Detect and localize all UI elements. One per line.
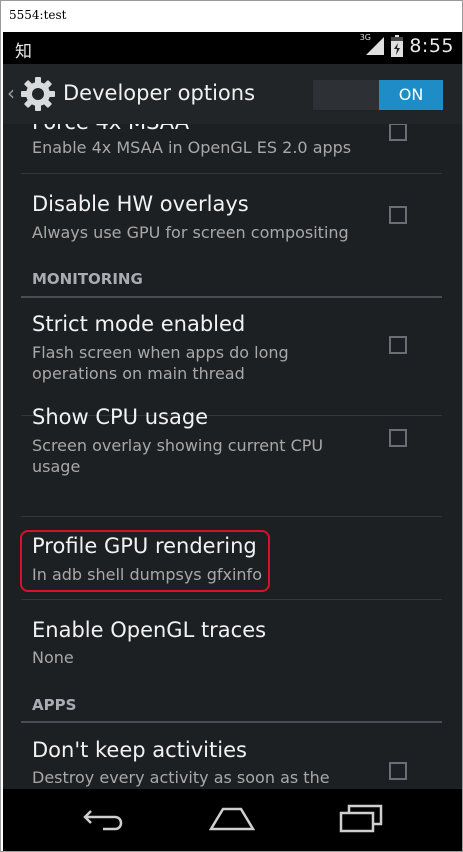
checkbox-show-cpu-usage[interactable] [389, 429, 407, 447]
developer-options-toggle[interactable]: ON [313, 80, 443, 110]
item-title: Disable HW overlays [32, 192, 249, 216]
item-title[interactable]: Profile GPU rendering [32, 534, 257, 558]
signal-icon [365, 36, 385, 56]
preferences-list[interactable]: Force 4x MSAA Enable 4x MSAA in OpenGL E… [3, 124, 462, 789]
home-icon[interactable] [207, 803, 257, 837]
recents-icon[interactable] [337, 803, 385, 837]
notification-glyph: 知 [15, 42, 32, 62]
divider [21, 599, 442, 600]
up-chevron-icon[interactable]: ‹ [7, 81, 15, 105]
clock: 8:55 [409, 35, 454, 57]
toggle-on-label: ON [379, 80, 443, 110]
item-summary: Always use GPU for screen compositing [32, 223, 349, 242]
item-title[interactable]: Enable OpenGL traces [32, 618, 266, 642]
section-header-monitoring: MONITORING [32, 270, 143, 288]
checkbox-force-msaa[interactable] [389, 124, 407, 141]
checkbox-disable-hw-overlays[interactable] [389, 206, 407, 224]
battery-icon [391, 35, 404, 57]
item-summary: Destroy every activity as soon as the us… [32, 768, 330, 787]
section-rule [21, 721, 442, 723]
item-title: Strict mode enabled [32, 312, 246, 336]
item-title: Show CPU usage [32, 405, 209, 429]
divider [21, 173, 442, 174]
divider [21, 516, 442, 517]
item-summary: None [32, 648, 74, 667]
checkbox-strict-mode[interactable] [389, 336, 407, 354]
item-title: Force 4x MSAA [32, 124, 189, 134]
status-icons: 8:55 [365, 35, 454, 57]
status-bar: 知 3G 8:55 [3, 32, 462, 64]
navigation-bar [3, 789, 462, 851]
back-icon[interactable] [81, 803, 129, 837]
emulator-window: 5554:test 知 3G 8:55 ‹ Developer options … [0, 0, 463, 852]
item-summary: Flash screen when apps do long operation… [32, 343, 289, 383]
item-title: Don't keep activities [32, 738, 247, 762]
action-bar: ‹ Developer options ON [3, 64, 462, 124]
window-title: 5554:test [9, 8, 67, 22]
item-summary: Screen overlay showing current CPU usage [32, 436, 324, 476]
section-header-apps: APPS [32, 696, 77, 714]
item-summary: In adb shell dumpsys gfxinfo [32, 565, 262, 584]
gear-icon[interactable] [19, 75, 57, 113]
item-summary: Enable 4x MSAA in OpenGL ES 2.0 apps [32, 138, 352, 157]
checkbox-dont-keep-activities[interactable] [389, 762, 407, 780]
page-title: Developer options [63, 81, 256, 105]
phone-screen: 知 3G 8:55 ‹ Developer options ON Enable … [3, 32, 462, 851]
section-rule [21, 296, 442, 298]
